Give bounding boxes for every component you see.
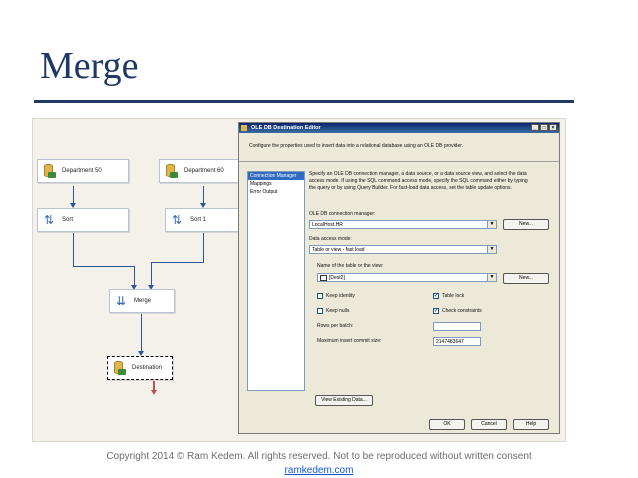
title-divider: [34, 100, 574, 103]
keep-nulls-checkbox[interactable]: [317, 308, 323, 314]
info-text-line-2: access mode. If using the SQL command ac…: [309, 178, 528, 184]
ole-db-destination-editor: OLE DB Destination Editor _ □ × Configur…: [238, 122, 560, 434]
connection-manager-select[interactable]: LocalHost.HR ▼: [309, 220, 497, 229]
max-commit-size-label: Maximum insert commit size:: [317, 338, 382, 344]
new-table-button[interactable]: New...: [503, 273, 549, 284]
sort-icon: ⇅: [43, 213, 55, 227]
rows-per-batch-label: Rows per batch:: [317, 323, 354, 329]
node-label: Destination: [132, 365, 163, 371]
connection-manager-label: OLE DB connection manager:: [309, 211, 376, 217]
info-text-line-1: Specify an OLE DB connection manager, a …: [309, 171, 527, 177]
node-sort[interactable]: ⇅ Sort: [37, 208, 129, 232]
table-lock-checkbox[interactable]: ✔: [433, 293, 439, 299]
view-existing-data-button[interactable]: View Existing Data...: [315, 395, 373, 406]
cancel-button[interactable]: Cancel: [471, 419, 507, 430]
window-controls: _ □ ×: [531, 124, 557, 131]
maximize-button[interactable]: □: [540, 124, 548, 131]
keep-identity-label: Keep identity: [326, 293, 355, 299]
dialog-titlebar[interactable]: OLE DB Destination Editor _ □ ×: [239, 123, 559, 133]
data-access-mode-select[interactable]: Table or view - fast load ▼: [309, 245, 497, 254]
footer-link-wrap: ramkedem.com: [0, 465, 638, 476]
nav-item-error-output[interactable]: Error Output: [248, 188, 304, 196]
dialog-description: Configure the properties used to insert …: [249, 143, 464, 149]
database-destination-icon: [112, 361, 126, 375]
slide-title: Merge: [40, 45, 139, 87]
sort-icon: ⇅: [171, 213, 183, 227]
data-access-mode-label: Data access mode:: [309, 236, 352, 242]
node-destination[interactable]: Destination: [107, 356, 173, 380]
node-label: Merge: [134, 298, 152, 304]
database-source-icon: [164, 164, 178, 178]
database-source-icon: [42, 164, 56, 178]
max-commit-size-input[interactable]: 2147483647: [433, 337, 481, 346]
dropdown-arrow-icon: ▼: [487, 221, 496, 228]
check-constraints-checkbox[interactable]: ✔: [433, 308, 439, 314]
minimize-button[interactable]: _: [531, 124, 539, 131]
dropdown-arrow-icon: ▼: [487, 246, 496, 253]
keep-identity-checkbox[interactable]: [317, 293, 323, 299]
copyright-notice: Copyright 2014 © Ram Kedem. All rights r…: [106, 451, 532, 462]
connector-sort-merge-h: [73, 266, 135, 267]
table-icon: [320, 274, 327, 281]
data-access-mode-value: Table or view - fast load: [312, 247, 365, 253]
help-button[interactable]: Help: [513, 419, 549, 430]
check-constraints-label: Check constraints: [442, 308, 482, 314]
dropdown-arrow-icon: ▼: [487, 274, 496, 281]
table-name-label: Name of the table or the view:: [317, 263, 384, 269]
node-merge[interactable]: ⇊ Merge: [109, 289, 175, 313]
editor-nav-list: Connection Manager Mappings Error Output: [247, 171, 305, 391]
ramkedem-link[interactable]: ramkedem.com: [285, 465, 354, 476]
error-output-arrow: [151, 390, 157, 395]
node-label: Department 50: [62, 168, 102, 174]
dialog-title: OLE DB Destination Editor: [251, 125, 321, 131]
nav-item-connection-manager[interactable]: Connection Manager: [248, 172, 304, 180]
node-department-50[interactable]: Department 50: [37, 159, 129, 183]
node-label: Sort: [62, 217, 74, 223]
dialog-separator: [239, 161, 559, 162]
connector-merge-destination: [141, 312, 142, 354]
keep-nulls-label: Keep nulls: [326, 308, 350, 314]
nav-item-mappings[interactable]: Mappings: [248, 180, 304, 188]
connection-manager-value: LocalHost.HR: [312, 222, 343, 228]
app-icon: [241, 125, 247, 131]
table-name-select[interactable]: [Dest2] ▼: [317, 273, 497, 282]
connector-sort-merge: [73, 233, 74, 267]
ok-button[interactable]: OK: [429, 419, 465, 430]
node-label: Department 60: [184, 168, 224, 174]
table-name-value: [Dest2]: [329, 275, 345, 281]
new-connection-button[interactable]: New...: [503, 219, 549, 230]
info-text-line-3: the query or by using Query Builder. For…: [309, 185, 512, 191]
close-button[interactable]: ×: [549, 124, 557, 131]
merge-icon: ⇊: [115, 294, 127, 308]
connector-sort1-merge: [203, 233, 204, 263]
node-label: Sort 1: [190, 217, 207, 223]
table-lock-label: Table lock: [442, 293, 465, 299]
rows-per-batch-input[interactable]: [433, 322, 481, 331]
connector-sort1-merge-h: [151, 262, 204, 263]
